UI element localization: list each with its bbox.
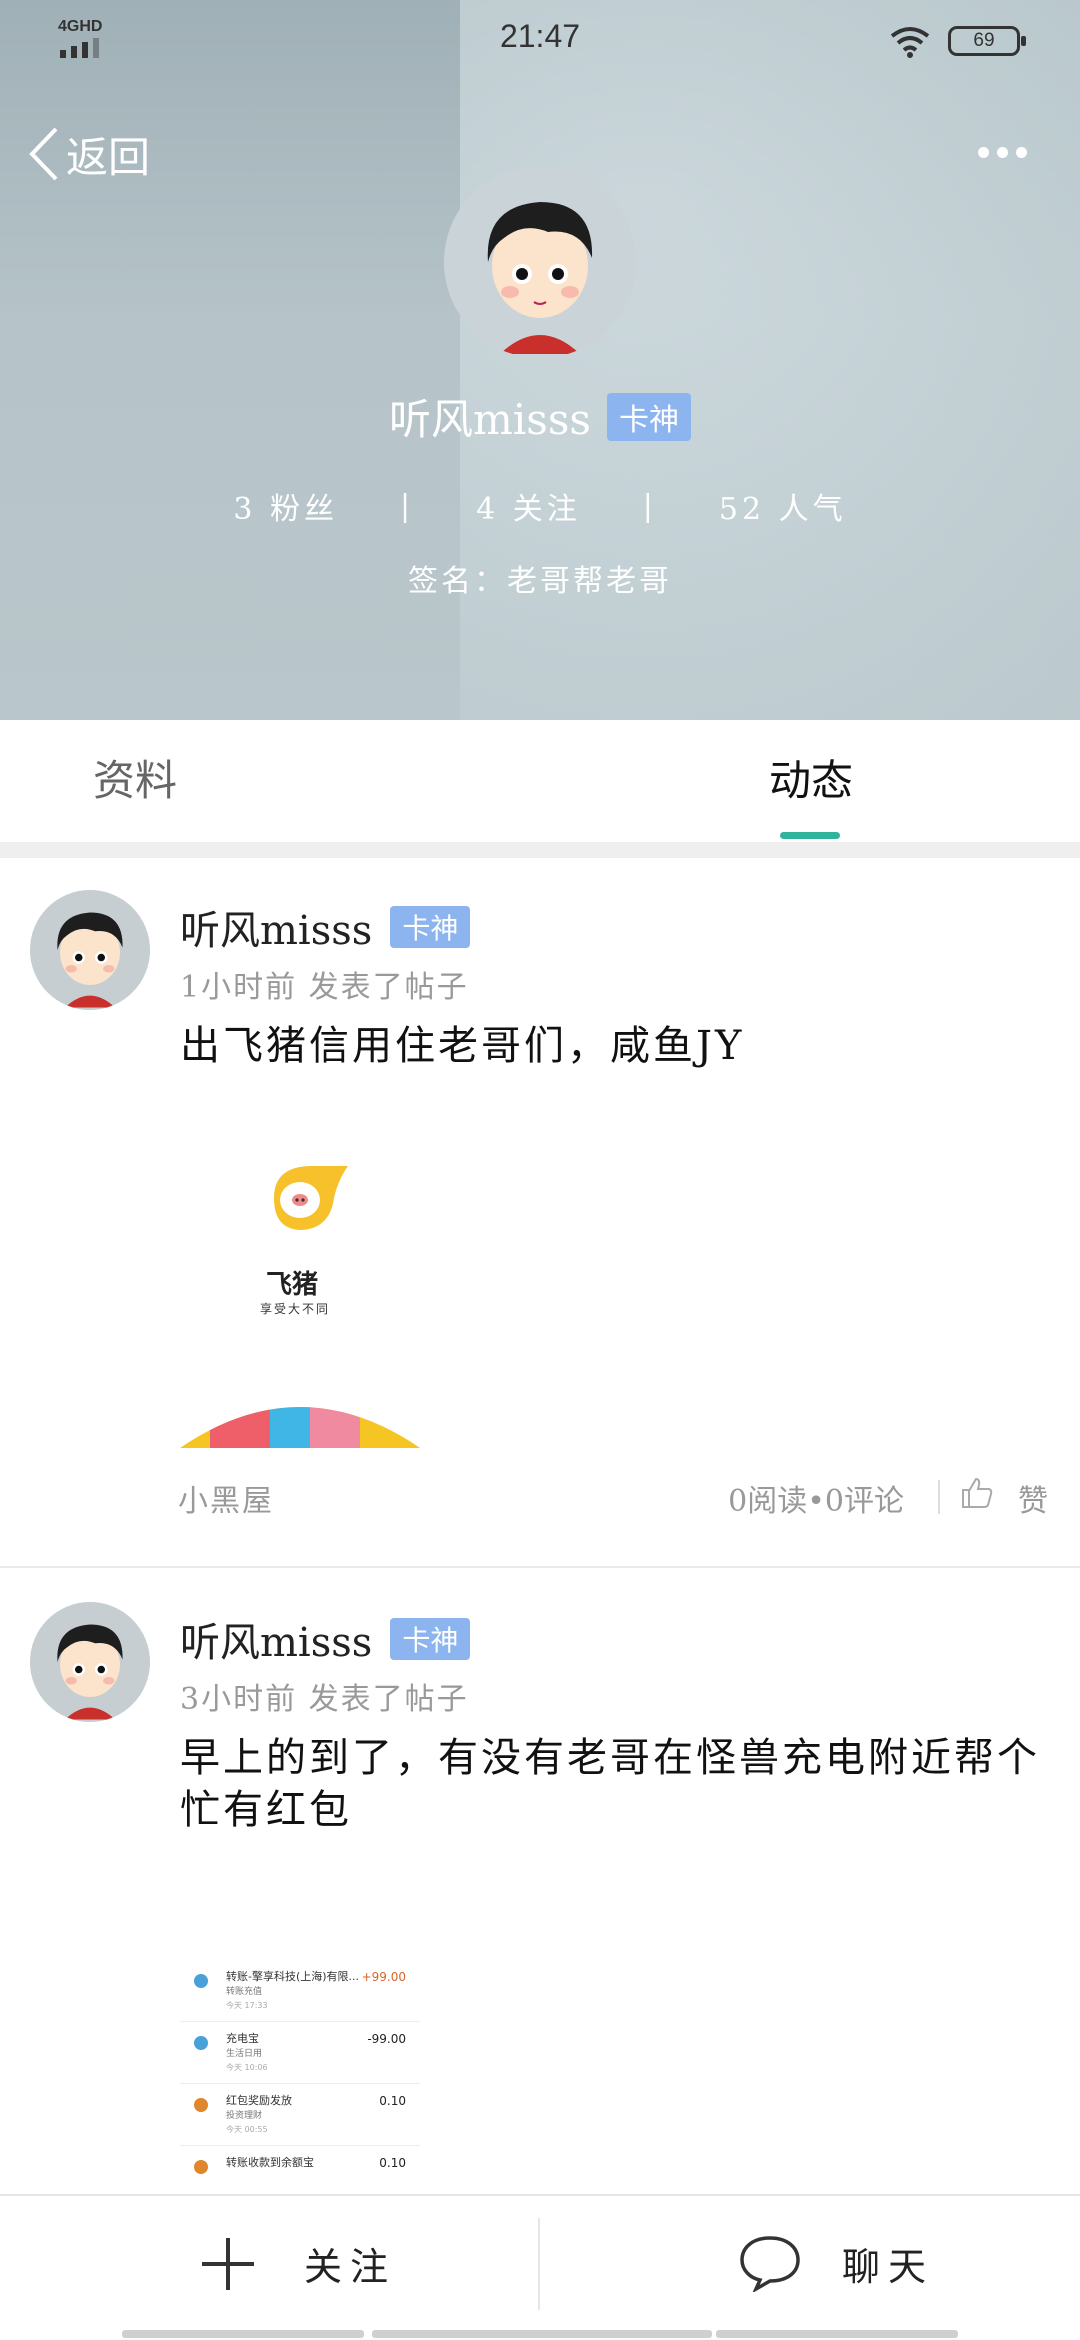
more-options-icon[interactable] bbox=[978, 140, 1034, 164]
post-stats: 0阅读•0评论 bbox=[728, 1484, 904, 1519]
plus-icon bbox=[202, 2238, 254, 2290]
stats-separator: | bbox=[642, 488, 657, 524]
bottom-action-bar: 关注 聊天 bbox=[0, 2194, 1080, 2340]
popularity-count: 52 人气 bbox=[718, 492, 847, 527]
post-avatar[interactable] bbox=[30, 890, 150, 1010]
reward-icon bbox=[194, 2160, 208, 2174]
user-badge: 卡神 bbox=[606, 392, 691, 441]
feed-post[interactable]: 听风misss 卡神 1小时前 发表了帖子 出飞猪信用住老哥们，咸鱼JY 飞猪 … bbox=[0, 858, 1080, 1568]
profile-tabs: 资料 动态 bbox=[0, 720, 1080, 842]
profile-header: 4GHD 21:47 69 返回 听风misss 卡神 3 粉丝 | 4 关注 … bbox=[0, 0, 1080, 720]
user-name-row: 听风misss 卡神 bbox=[0, 386, 1080, 447]
transfer-icon bbox=[194, 2036, 208, 2050]
chat-label: 聊天 bbox=[842, 2245, 935, 2289]
image-brand: 飞猪 bbox=[266, 1270, 319, 1300]
follow-label: 关注 bbox=[304, 2245, 397, 2289]
user-signature: 签名：老哥帮老哥 bbox=[408, 564, 672, 599]
status-bar: 4GHD 21:47 69 bbox=[0, 0, 1080, 80]
system-nav-bar bbox=[0, 2330, 1080, 2340]
post-badge: 卡神 bbox=[390, 1618, 471, 1660]
wifi-icon bbox=[890, 27, 930, 58]
transaction-row: 充电宝 生活日用 今天 10:06 -99.00 bbox=[180, 2022, 420, 2084]
active-tab-indicator bbox=[780, 832, 840, 839]
section-divider bbox=[0, 842, 1080, 858]
chat-button[interactable]: 聊天 bbox=[540, 2196, 1080, 2326]
chat-bubble-icon bbox=[740, 2236, 800, 2292]
transaction-date: 今天 17:33 bbox=[226, 2001, 268, 2010]
post-author[interactable]: 听风misss bbox=[180, 898, 372, 956]
back-label: 返回 bbox=[66, 132, 151, 182]
transaction-amount: -99.00 bbox=[367, 2032, 406, 2046]
transfer-icon bbox=[194, 1974, 208, 1988]
battery-icon: 69 bbox=[948, 26, 1026, 56]
transaction-amount: 0.10 bbox=[379, 2094, 406, 2108]
transaction-row: 红包奖励发放 投资理财 今天 00:55 0.10 bbox=[180, 2084, 420, 2146]
transaction-amount: 0.10 bbox=[379, 2156, 406, 2170]
post-header: 听风misss 卡神 bbox=[180, 898, 471, 956]
post-badge: 卡神 bbox=[390, 906, 471, 948]
post-header: 听风misss 卡神 bbox=[180, 1610, 471, 1668]
reward-icon bbox=[194, 2098, 208, 2112]
follow-button[interactable]: 关注 bbox=[0, 2196, 540, 2326]
feed-post[interactable]: 听风misss 卡神 3小时前 发表了帖子 早上的到了，有没有老哥在怪兽充电附近… bbox=[0, 1570, 1080, 2194]
post-footer: 小黑屋 0阅读•0评论 赞 bbox=[0, 1476, 1080, 1536]
fans-count[interactable]: 3 粉丝 bbox=[233, 484, 338, 528]
user-name: 听风misss bbox=[389, 395, 591, 444]
transaction-date: 今天 10:06 bbox=[226, 2063, 268, 2072]
transaction-amount: +99.00 bbox=[361, 1970, 406, 1984]
transaction-title: 红包奖励发放 bbox=[226, 2094, 292, 2107]
post-author[interactable]: 听风misss bbox=[180, 1610, 372, 1668]
post-time: 3小时前 发表了帖子 bbox=[180, 1682, 469, 1717]
transaction-category: 投资理财 bbox=[226, 2111, 263, 2121]
thumbs-up-icon[interactable] bbox=[960, 1476, 994, 1510]
following-count[interactable]: 4 关注 bbox=[476, 484, 581, 528]
image-slogan: 享受大不同 bbox=[260, 1302, 331, 1316]
transaction-category: 生活日用 bbox=[226, 2049, 263, 2059]
transaction-title: 转账收款到余额宝 bbox=[226, 2156, 314, 2169]
transaction-category: 转账充值 bbox=[226, 1987, 263, 1997]
post-group[interactable]: 小黑屋 bbox=[178, 1476, 274, 1520]
transaction-row: 转账-擎享科技(上海)有限... 转账充值 今天 17:33 +99.00 bbox=[180, 1960, 420, 2022]
avatar-illustration bbox=[444, 166, 636, 358]
transaction-title: 转账-擎享科技(上海)有限... bbox=[226, 1970, 360, 1983]
like-label[interactable]: 赞 bbox=[1018, 1476, 1048, 1520]
decorative-arc bbox=[180, 1407, 420, 1448]
tab-feed[interactable]: 动态 bbox=[540, 720, 1080, 842]
post-image[interactable]: 飞猪 享受大不同 bbox=[180, 1158, 420, 1448]
transaction-row: 转账收款到余额宝 0.10 bbox=[180, 2146, 420, 2194]
transaction-title: 充电宝 bbox=[226, 2032, 259, 2045]
profile-stats: 3 粉丝 | 4 关注 | 52 人气 bbox=[0, 484, 1080, 528]
fliggy-logo-icon bbox=[274, 1166, 348, 1230]
transaction-date: 今天 00:55 bbox=[226, 2125, 268, 2134]
post-image[interactable]: 转账-擎享科技(上海)有限... 转账充值 今天 17:33 +99.00 充电… bbox=[180, 1960, 420, 2194]
stats-separator: | bbox=[400, 488, 415, 524]
chevron-left-icon bbox=[29, 127, 58, 181]
post-time: 1小时前 发表了帖子 bbox=[180, 970, 469, 1005]
back-button[interactable]: 返回 bbox=[26, 122, 150, 186]
post-text[interactable]: 出飞猪信用住老哥们，咸鱼JY bbox=[180, 1020, 1040, 1072]
footer-separator bbox=[938, 1480, 940, 1514]
profile-avatar[interactable] bbox=[444, 166, 636, 358]
post-avatar[interactable] bbox=[30, 1602, 150, 1722]
post-text[interactable]: 早上的到了，有没有老哥在怪兽充电附近帮个忙有红包 bbox=[180, 1732, 1040, 1836]
header-background bbox=[460, 0, 1080, 720]
tab-info[interactable]: 资料 bbox=[0, 720, 540, 842]
